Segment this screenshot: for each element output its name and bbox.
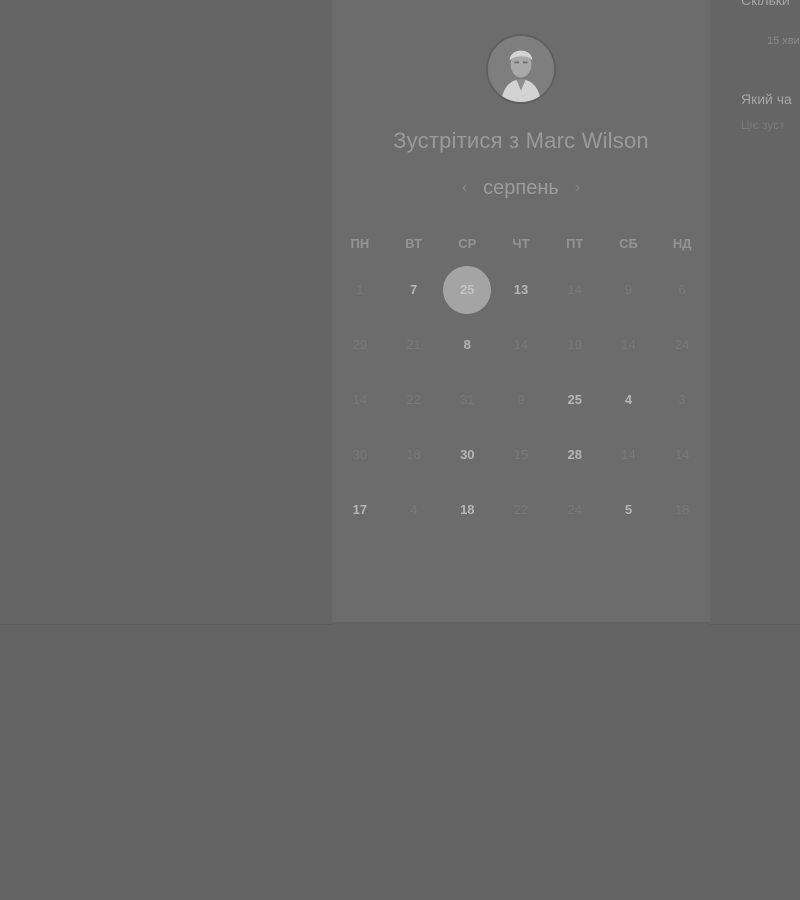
calendar-day-number: 22 [513, 502, 529, 517]
weekday-tue: ВТ [405, 236, 422, 251]
faq-question-duration: Скільки [741, 0, 790, 8]
weekday-sat: СБ [619, 236, 638, 251]
calendar-day-number: 14 [621, 337, 636, 352]
calendar-day-number: 15 [513, 447, 529, 462]
calendar-day-number: 18 [406, 447, 421, 462]
calendar-day: 24 [655, 317, 709, 372]
calendar-day: 22 [387, 372, 441, 427]
calendar-day: 14 [655, 427, 709, 482]
chevron-right-icon[interactable]: › [571, 179, 584, 197]
calendar-day-selected[interactable]: 25 [440, 262, 494, 317]
calendar-day-number: 9 [517, 392, 525, 407]
weekday-wed: СР [458, 236, 477, 251]
chevron-left-icon[interactable]: ‹ [458, 179, 471, 197]
calendar-day-number: 22 [406, 392, 421, 407]
calendar-day: 9 [602, 262, 656, 317]
calendar-day: 1 [333, 262, 387, 317]
calendar-day-number: 14 [567, 282, 582, 297]
calendar-day-number: 6 [678, 282, 686, 297]
left-panel [0, 0, 332, 625]
calendar-day[interactable]: 7 [387, 262, 441, 317]
calendar-week-row: 1 7 25 13 14 9 6 [332, 262, 710, 317]
calendar-day: 15 [494, 427, 548, 482]
calendar-day: 30 [333, 427, 387, 482]
month-navigation: ‹ серпень › [332, 174, 710, 202]
calendar-day: 24 [548, 482, 602, 537]
calendar-day-number: 19 [567, 337, 582, 352]
calendar-day-number: 14 [513, 337, 529, 352]
calendar-day[interactable]: 18 [440, 482, 494, 537]
calendar-day-number: 4 [409, 502, 418, 517]
calendar-card: Зустрітися з Marc Wilson ‹ серпень › ПН … [332, 0, 710, 624]
calendar-day-number: 30 [460, 447, 475, 462]
calendar-day: 18 [387, 427, 441, 482]
calendar-day-number: 3 [678, 392, 686, 407]
host-photo [488, 36, 554, 102]
calendar-day-number: 18 [674, 502, 690, 517]
calendar-week-row: 29 21 8 14 19 14 24 [332, 317, 710, 372]
calendar-day: 6 [655, 262, 709, 317]
calendar-day-number: 28 [567, 447, 582, 462]
calendar-day-number: 7 [409, 282, 418, 297]
weekday-thu: ЧТ [512, 236, 530, 251]
calendar-day-number: 31 [460, 392, 475, 407]
booking-title: Зустрітися з Marc Wilson [393, 128, 649, 153]
calendar-day-number: 24 [674, 337, 690, 352]
booking-page: Зустрітися з Marc Wilson ‹ серпень › ПН … [0, 0, 800, 900]
calendar-day: 4 [387, 482, 441, 537]
calendar-day-number: 21 [406, 337, 421, 352]
calendar-day-number: 14 [674, 447, 690, 462]
faq-time-note: Ціє зуст [741, 118, 785, 132]
calendar-day-number: 25 [443, 265, 492, 314]
calendar-day: 14 [494, 317, 548, 372]
host-avatar [486, 34, 556, 104]
calendar-day: 3 [655, 372, 709, 427]
calendar-day[interactable]: 5 [602, 482, 656, 537]
calendar-day: 14 [333, 372, 387, 427]
weekday-header-row: ПН ВТ СР ЧТ ПТ СБ НД [332, 226, 710, 262]
calendar-day[interactable]: 25 [548, 372, 602, 427]
calendar-day: 14 [602, 317, 656, 372]
month-label: серпень [483, 176, 559, 199]
calendar-day-number: 24 [567, 502, 582, 517]
weekday-sun: НД [672, 236, 692, 251]
calendar-day[interactable]: 17 [333, 482, 387, 537]
calendar-day[interactable]: 28 [548, 427, 602, 482]
weekday-mon: ПН [350, 236, 370, 251]
calendar-day: 21 [387, 317, 441, 372]
calendar-day: 14 [602, 427, 656, 482]
calendar-day: 18 [655, 482, 709, 537]
calendar-grid: ПН ВТ СР ЧТ ПТ СБ НД 1 7 25 13 14 9 6 29 21 8 14 19… [332, 226, 710, 537]
calendar-day: 29 [333, 317, 387, 372]
calendar-day[interactable]: 8 [440, 317, 494, 372]
calendar-day-number: 9 [624, 282, 633, 297]
calendar-day: 22 [494, 482, 548, 537]
calendar-day-number: 14 [621, 447, 636, 462]
calendar-day-number: 18 [460, 502, 475, 517]
calendar-day[interactable]: 13 [494, 262, 548, 317]
calendar-week-row: 30 18 30 15 28 14 14 [332, 427, 710, 482]
faq-question-time: Який ча [741, 91, 792, 107]
calendar-day-number: 14 [352, 392, 368, 407]
faq-duration-value: 15 хви [767, 35, 800, 47]
calendar-day-number: 1 [356, 282, 364, 297]
calendar-week-row: 14 22 31 9 25 4 3 [332, 372, 710, 427]
calendar-day-number: 13 [513, 282, 529, 297]
calendar-week-row: 17 4 18 22 24 5 18 [332, 482, 710, 537]
calendar-day-number: 17 [352, 502, 368, 517]
weekday-fri: ПТ [566, 236, 584, 251]
calendar-day-number: 25 [567, 392, 582, 407]
calendar-day-number: 8 [463, 337, 471, 352]
calendar-day[interactable]: 30 [440, 427, 494, 482]
calendar-day: 31 [440, 372, 494, 427]
calendar-day: 14 [548, 262, 602, 317]
calendar-day[interactable]: 4 [602, 372, 656, 427]
calendar-day-number: 30 [352, 447, 368, 462]
calendar-day-number: 5 [624, 502, 633, 517]
calendar-day-number: 29 [352, 337, 368, 352]
calendar-day: 19 [548, 317, 602, 372]
calendar-day-number: 4 [624, 392, 633, 407]
calendar-day: 9 [494, 372, 548, 427]
